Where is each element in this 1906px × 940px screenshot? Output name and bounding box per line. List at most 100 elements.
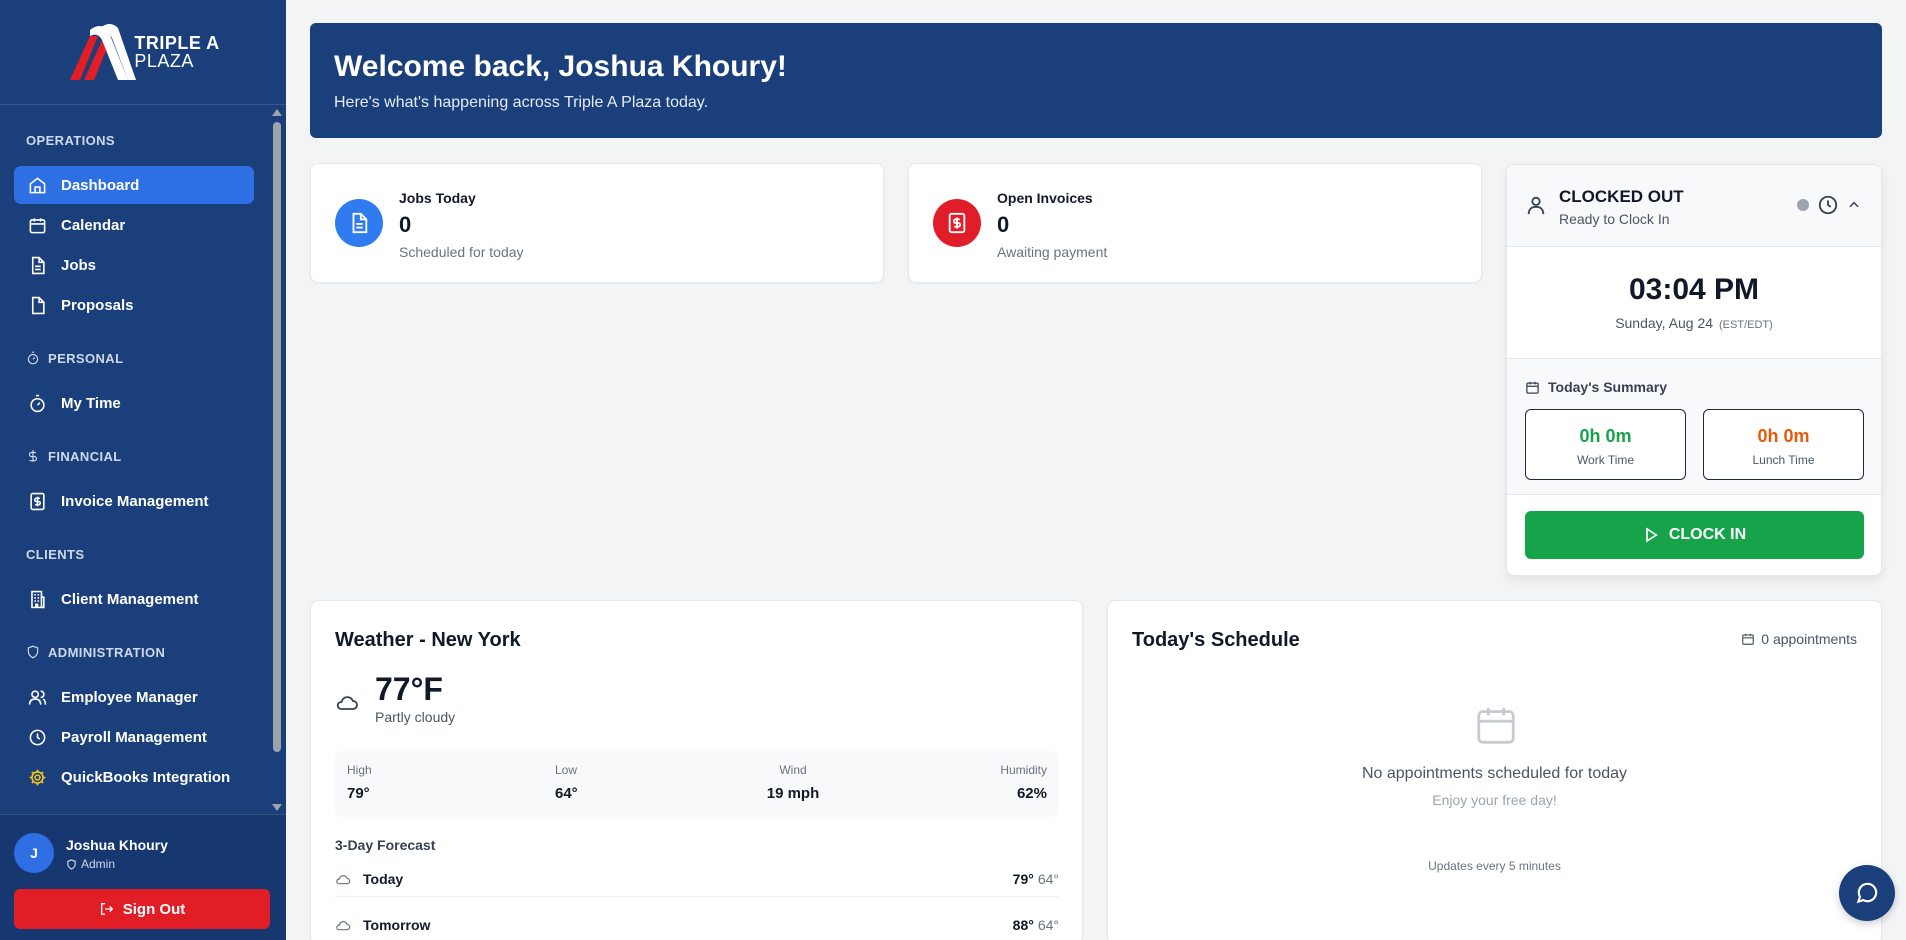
work-time-box: 0h 0m Work Time [1525,409,1686,480]
chevron-up-icon[interactable] [1847,198,1861,212]
shield-icon [27,645,39,659]
sidebar-item-label: QuickBooks Integration [61,768,231,786]
brand-name: TRIPLE A PLAZA [134,34,219,70]
current-time-area: 03:04 PM Sunday, Aug 24 (EST/EDT) [1507,247,1881,359]
sidebar-item-label: Invoice Management [61,492,209,510]
logout-icon [100,903,114,915]
sidebar-item-label: My Time [61,394,121,412]
calendar-icon [1742,633,1755,645]
scroll-down-arrow-icon[interactable] [272,804,282,811]
sidebar-item-client-management[interactable]: Client Management [14,580,254,618]
sidebar-item-label: Payroll Management [61,728,207,746]
forecast-row-today: Today 79° 64° [335,861,1059,897]
scroll-thumb[interactable] [273,122,281,752]
clock-ready-text: Ready to Clock In [1559,211,1670,227]
todays-summary: Today's Summary 0h 0m Work Time 0h 0m Lu… [1507,359,1881,495]
sidebar-item-proposals[interactable]: Proposals [14,286,254,324]
clock-in-label: CLOCK IN [1668,526,1747,543]
chat-icon [1856,882,1878,904]
stat-subtitle: Awaiting payment [997,244,1108,260]
stat-value: 0 [997,212,1010,237]
lunch-time-label: Lunch Time [1752,453,1815,467]
file-icon [31,296,45,314]
stat-value: 62% [1016,785,1047,802]
welcome-subtitle: Here's what's happening across Triple A … [334,94,709,111]
cloud-icon [336,696,358,710]
avatar[interactable]: J [14,833,54,873]
stopwatch-icon [27,351,39,365]
open-invoices-card[interactable]: Open Invoices 0 Awaiting payment [908,163,1482,283]
sidebar-item-my-time[interactable]: My Time [14,384,254,422]
sidebar-item-label: Calendar [61,216,126,234]
weather-card: Weather - New York 77°F Partly cloudy Hi… [310,600,1083,940]
free-day-text: Enjoy your free day! [1432,792,1557,808]
section-label: PERSONAL [48,350,124,366]
calendar-icon [1526,381,1539,394]
stat-label: Low [555,763,578,777]
weather-low: Low 64° [555,763,578,802]
forecast-temps: 88° 64° [1013,917,1059,933]
sign-out-button[interactable]: Sign Out [14,889,270,929]
stat-value: 64° [555,785,578,802]
appointments-count: 0 appointments [1741,631,1857,647]
sidebar-item-dashboard[interactable]: Dashboard [14,166,254,204]
sidebar-item-payroll-management[interactable]: Payroll Management [14,718,254,756]
forecast-high: 88° [1012,916,1034,933]
cloud-icon [336,874,351,884]
calendar-icon [29,217,46,233]
weather-humidity: Humidity 62% [1000,763,1047,802]
brand-logo[interactable]: TRIPLE A PLAZA [0,0,286,105]
sidebar-item-label: Employee Manager [61,688,198,706]
jobs-today-card[interactable]: Jobs Today 0 Scheduled for today [310,163,884,283]
clock-status: CLOCKED OUT [1559,187,1684,206]
section-label: FINANCIAL [48,448,122,464]
home-icon [29,176,46,193]
lunch-time-box: 0h 0m Lunch Time [1703,409,1864,480]
section-label: OPERATIONS [26,132,115,148]
welcome-banner: Welcome back, Joshua Khoury! Here's what… [310,23,1882,138]
time-clock-card: CLOCKED OUT Ready to Clock In 03:04 PM S… [1506,164,1882,576]
sidebar-item-quickbooks-integration[interactable]: QuickBooks Integration [14,758,254,796]
triple-a-logo-icon [70,24,137,80]
user-role: Admin [66,857,115,871]
sidebar-item-calendar[interactable]: Calendar [14,206,254,244]
date-text: Sunday, Aug 24 [1615,315,1714,331]
scroll-up-arrow-icon[interactable] [272,109,282,116]
forecast-low: 64° [1037,870,1059,887]
building-icon [31,590,45,608]
clock-in-button[interactable]: CLOCK IN [1525,511,1864,559]
current-time: 03:04 PM [1628,273,1760,306]
no-appointments-text: No appointments scheduled for today [1361,765,1628,782]
brand-line2: PLAZA [134,51,194,71]
sidebar-item-label: Jobs [61,256,97,274]
jobs-icon-circle [335,199,383,247]
sidebar-item-label: Client Management [61,590,199,608]
user-profile: J Joshua Khoury Admin Sign Out [0,814,286,940]
forecast-high: 79° [1012,870,1034,887]
sidebar: TRIPLE A PLAZA OPERATIONS Dashboard Cale… [0,0,286,940]
clock-header[interactable]: CLOCKED OUT Ready to Clock In [1507,165,1881,247]
gear-icon [29,769,46,785]
section-financial: FINANCIAL [0,446,286,466]
dollar-icon [28,450,38,462]
section-administration: ADMINISTRATION [0,642,286,662]
appointments-count-text: 0 appointments [1761,631,1857,647]
weather-temperature: 77°F [375,671,443,707]
stat-label: Humidity [1000,763,1047,777]
sidebar-scrollbar[interactable] [271,106,283,814]
weather-condition: Partly cloudy [375,709,456,725]
sidebar-item-employee-manager[interactable]: Employee Manager [14,678,254,716]
sidebar-item-invoice-management[interactable]: Invoice Management [14,482,254,520]
users-icon [28,689,47,705]
stat-label: Wind [779,763,807,777]
clock-icon [29,729,46,745]
stat-label: High [347,763,372,777]
cloud-icon [336,920,351,930]
chat-button[interactable] [1839,865,1895,921]
sidebar-item-jobs[interactable]: Jobs [14,246,254,284]
timezone: (EST/EDT) [1719,319,1773,331]
person-icon [1527,196,1545,215]
calendar-empty-icon [1477,707,1515,744]
play-icon [1645,527,1658,543]
document-icon [352,212,368,234]
